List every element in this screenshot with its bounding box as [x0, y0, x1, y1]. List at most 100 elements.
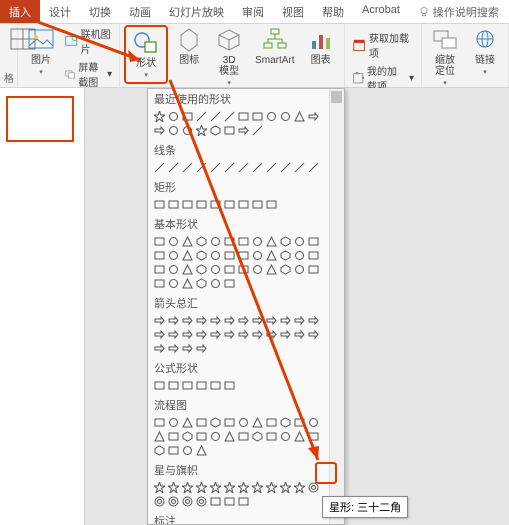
shape-item[interactable] [236, 234, 250, 248]
shape-item[interactable] [292, 480, 306, 494]
scrollbar-thumb[interactable] [331, 91, 342, 103]
shape-item[interactable] [194, 123, 208, 137]
shape-item[interactable] [292, 248, 306, 262]
slide-thumbnail-1[interactable] [6, 96, 74, 142]
shape-item[interactable] [194, 248, 208, 262]
shape-item[interactable] [152, 443, 166, 457]
shape-item[interactable] [208, 378, 222, 392]
shape-item[interactable] [222, 313, 236, 327]
shape-item[interactable] [278, 429, 292, 443]
shape-item[interactable] [208, 123, 222, 137]
tab-insert[interactable]: 插入 [0, 0, 40, 23]
shape-item[interactable] [194, 276, 208, 290]
shape-item[interactable] [236, 109, 250, 123]
shape-item[interactable] [208, 234, 222, 248]
shape-item[interactable] [292, 109, 306, 123]
shape-item[interactable] [208, 415, 222, 429]
shape-item[interactable] [278, 415, 292, 429]
shape-item[interactable] [306, 327, 320, 341]
shape-item[interactable] [208, 327, 222, 341]
shape-item[interactable] [250, 109, 264, 123]
shape-item[interactable] [222, 327, 236, 341]
shape-item[interactable] [236, 327, 250, 341]
smartart-button[interactable]: SmartArt [250, 25, 299, 68]
shape-item[interactable] [208, 480, 222, 494]
shape-item[interactable] [236, 415, 250, 429]
shape-item[interactable] [278, 248, 292, 262]
shape-item[interactable] [236, 494, 250, 508]
shape-item[interactable] [180, 378, 194, 392]
shape-item[interactable] [292, 415, 306, 429]
shape-item[interactable] [152, 341, 166, 355]
shape-item[interactable] [180, 262, 194, 276]
link-button[interactable]: 链接▾ [466, 25, 504, 78]
shape-item[interactable] [306, 234, 320, 248]
shape-item[interactable] [208, 313, 222, 327]
shape-item[interactable] [306, 160, 320, 174]
shape-item[interactable] [278, 327, 292, 341]
tab-acrobat[interactable]: Acrobat [353, 0, 409, 23]
shape-item[interactable] [222, 480, 236, 494]
shape-item[interactable] [152, 248, 166, 262]
shape-item[interactable] [152, 197, 166, 211]
shape-item[interactable] [180, 276, 194, 290]
get-addins-button[interactable]: 获取加载项 [349, 29, 417, 61]
shape-item[interactable] [166, 123, 180, 137]
shape-item[interactable] [278, 160, 292, 174]
shape-item[interactable] [166, 429, 180, 443]
shape-item[interactable] [194, 197, 208, 211]
shape-item[interactable] [292, 429, 306, 443]
shape-item[interactable] [222, 378, 236, 392]
shape-item[interactable] [264, 197, 278, 211]
zoom-button[interactable]: 缩放定位▾ [426, 25, 464, 89]
shape-item[interactable] [208, 276, 222, 290]
shape-item[interactable] [250, 327, 264, 341]
scrollbar[interactable] [329, 89, 344, 524]
tell-me-search[interactable]: 操作说明搜索 [409, 0, 508, 23]
shape-item[interactable] [222, 234, 236, 248]
chart-button[interactable]: 图表 [302, 25, 340, 68]
shape-item[interactable] [166, 262, 180, 276]
shape-item[interactable] [194, 494, 208, 508]
shape-item[interactable] [250, 429, 264, 443]
icons-button[interactable]: 图标 [170, 25, 208, 68]
screenshot-button[interactable]: 屏幕截图▾ [62, 58, 115, 90]
shape-item[interactable] [278, 109, 292, 123]
shape-item[interactable] [208, 429, 222, 443]
shape-item[interactable] [306, 313, 320, 327]
shape-item[interactable] [194, 480, 208, 494]
shape-item[interactable] [166, 378, 180, 392]
shape-item[interactable] [222, 429, 236, 443]
shape-item[interactable] [180, 327, 194, 341]
shape-item[interactable] [152, 480, 166, 494]
shape-item[interactable] [236, 313, 250, 327]
shape-item[interactable] [236, 262, 250, 276]
shape-item[interactable] [250, 123, 264, 137]
shape-item[interactable] [180, 443, 194, 457]
shape-item[interactable] [180, 248, 194, 262]
shape-item[interactable] [236, 160, 250, 174]
shape-item[interactable] [194, 341, 208, 355]
shape-item[interactable] [166, 160, 180, 174]
shape-item[interactable] [166, 494, 180, 508]
shape-item[interactable] [236, 197, 250, 211]
shape-item[interactable] [250, 415, 264, 429]
shape-item[interactable] [166, 480, 180, 494]
shape-item[interactable] [166, 341, 180, 355]
shape-item[interactable] [166, 234, 180, 248]
tab-help[interactable]: 帮助 [313, 0, 353, 23]
shape-item[interactable] [250, 480, 264, 494]
shape-item[interactable] [264, 429, 278, 443]
shape-item[interactable] [250, 197, 264, 211]
shape-item[interactable] [194, 429, 208, 443]
shape-item[interactable] [236, 429, 250, 443]
shape-item[interactable] [264, 313, 278, 327]
shape-item[interactable] [278, 480, 292, 494]
shape-item[interactable] [152, 234, 166, 248]
shape-item[interactable] [180, 123, 194, 137]
tab-transition[interactable]: 切换 [80, 0, 120, 23]
shape-item[interactable] [180, 429, 194, 443]
shape-item[interactable] [152, 378, 166, 392]
shape-item[interactable] [152, 429, 166, 443]
tab-view[interactable]: 视图 [273, 0, 313, 23]
